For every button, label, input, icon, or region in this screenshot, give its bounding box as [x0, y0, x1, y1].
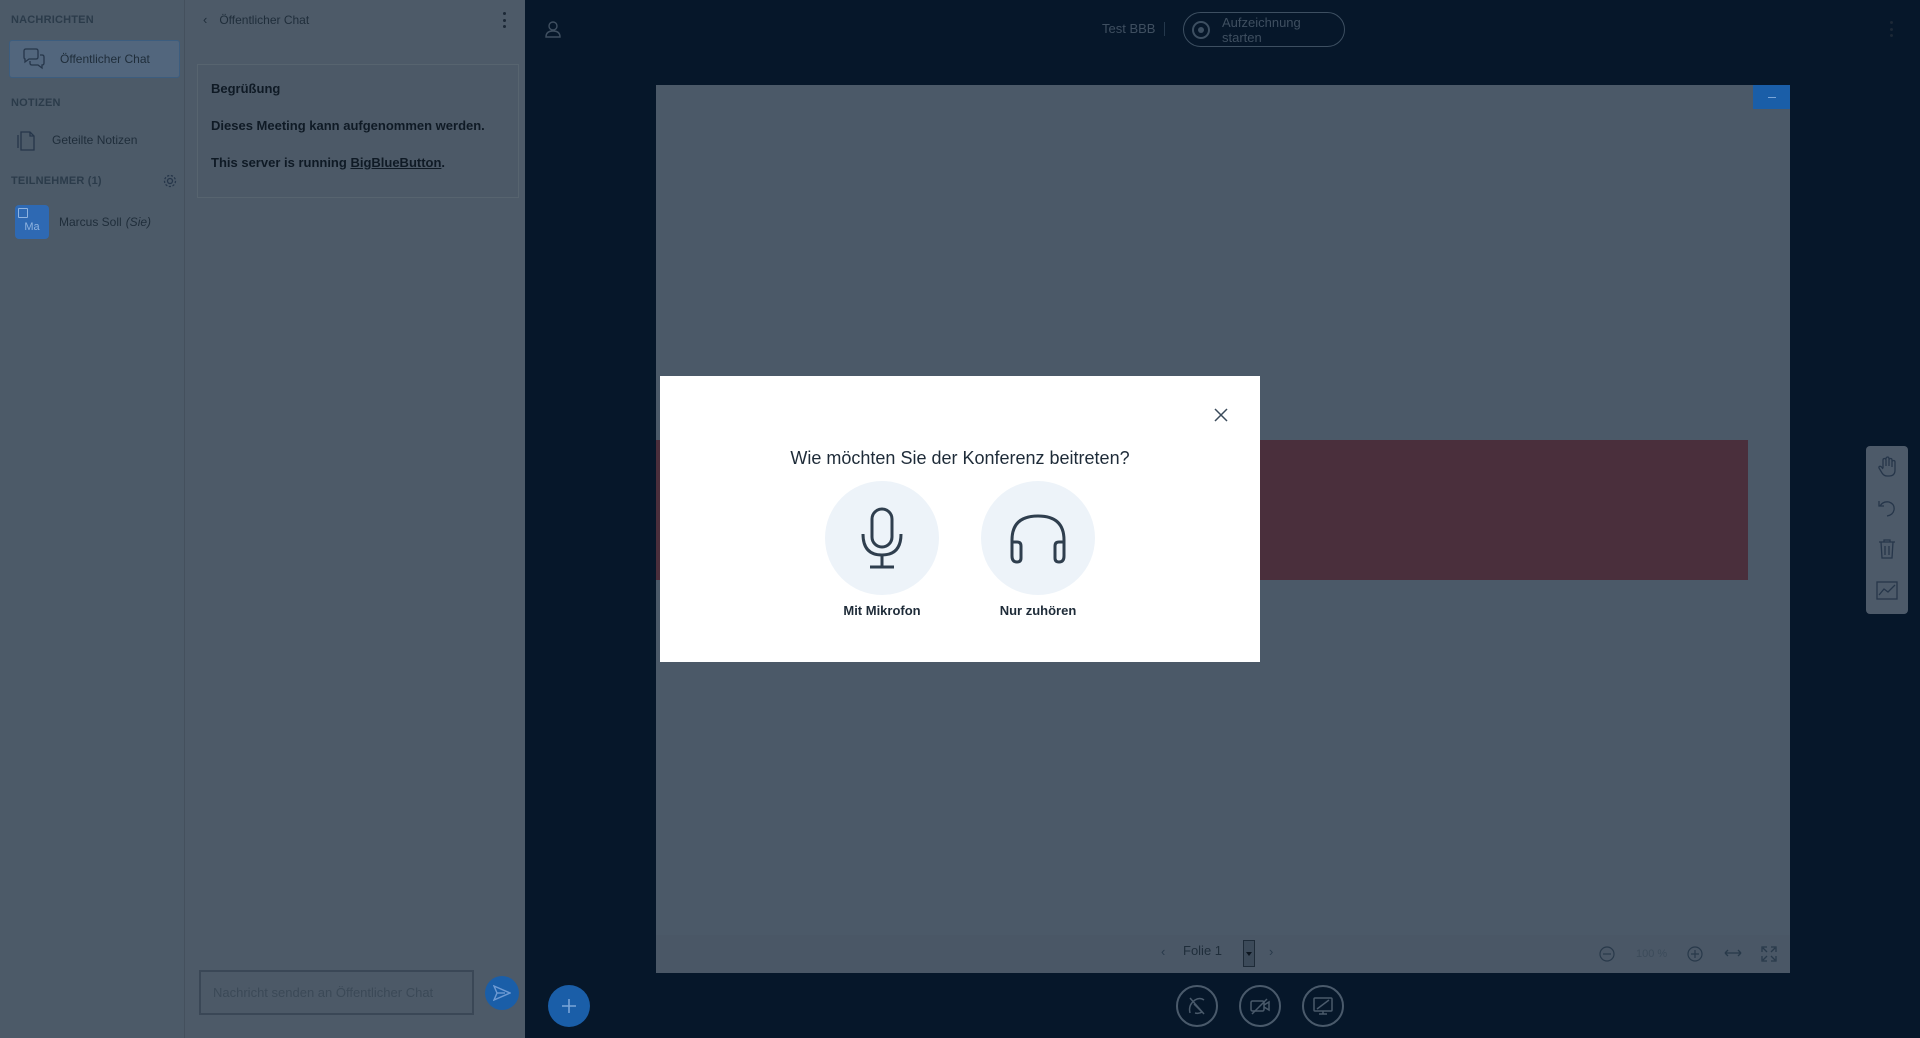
listen-only-option-label: Nur zuhören: [999, 603, 1077, 618]
shared-notes-label: Geteilte Notizen: [52, 133, 138, 147]
avatar: Ma: [15, 205, 49, 239]
chat-header-title: Öffentlicher Chat: [219, 12, 310, 27]
user-icon[interactable]: [544, 20, 562, 43]
join-audio-button[interactable]: [1176, 985, 1218, 1027]
chat-options-icon[interactable]: [502, 12, 506, 28]
chat-message-input[interactable]: Nachricht senden an Öffentlicher Chat: [199, 970, 474, 1015]
headphones-icon: [1010, 514, 1066, 564]
welcome-line-suffix: .: [441, 155, 446, 170]
share-webcam-button[interactable]: [1239, 985, 1281, 1027]
listen-only-button[interactable]: [981, 481, 1095, 595]
join-audio-modal: Wie möchten Sie der Konferenz beitreten?…: [660, 376, 1260, 662]
notes-icon: [14, 128, 38, 152]
close-icon[interactable]: [1211, 405, 1231, 425]
participants-section-title: TEILNEHMER (1): [11, 175, 102, 187]
chat-panel: ‹ Öffentlicher Chat Begrüßung Dieses Mee…: [184, 0, 525, 1038]
title-divider: [1164, 22, 1165, 36]
zoom-out-icon[interactable]: [1599, 946, 1615, 965]
plus-icon: [562, 999, 576, 1013]
whiteboard-toolbar: [1866, 446, 1908, 614]
participant-name: Marcus Soll: [59, 215, 122, 229]
previous-slide-icon[interactable]: ‹: [1161, 944, 1165, 959]
public-chat-item[interactable]: Öffentlicher Chat: [9, 40, 180, 78]
zoom-level: 100 %: [1636, 948, 1668, 960]
next-slide-icon[interactable]: ›: [1269, 944, 1273, 959]
trash-icon[interactable]: [1875, 537, 1899, 561]
microphone-option[interactable]: Mit Mikrofon: [824, 481, 940, 618]
microphone-button[interactable]: [825, 481, 939, 595]
microphone-icon: [861, 507, 903, 569]
shared-notes-item[interactable]: Geteilte Notizen: [14, 128, 137, 152]
fit-width-icon[interactable]: [1724, 947, 1742, 962]
bigbluebutton-link[interactable]: BigBlueButton: [350, 155, 441, 170]
participant-you-label: (Sie): [125, 215, 152, 229]
welcome-line-recording: Dieses Meeting kann aufgenommen werden.: [211, 118, 485, 133]
modal-title: Wie möchten Sie der Konferenz beitreten?: [790, 448, 1130, 468]
multi-user-whiteboard-icon[interactable]: [1875, 579, 1899, 603]
zoom-in-icon[interactable]: [1687, 946, 1703, 965]
notes-section-title: NOTIZEN: [11, 97, 61, 109]
slide-select-dropdown[interactable]: [1243, 940, 1255, 967]
welcome-line-prefix: This server is running: [211, 155, 351, 170]
listen-only-option[interactable]: Nur zuhören: [980, 481, 1096, 618]
record-icon: [1192, 20, 1210, 39]
video-off-icon: [1250, 998, 1270, 1015]
hand-tool-icon[interactable]: [1875, 455, 1899, 479]
slide-number: Folie 1: [1183, 943, 1223, 958]
minimize-presentation-button[interactable]: [1753, 85, 1790, 109]
public-chat-label: Öffentlicher Chat: [60, 52, 150, 66]
gear-icon[interactable]: [162, 173, 178, 189]
desktop-off-icon: [1313, 997, 1333, 1015]
welcome-message: Begrüßung Dieses Meeting kann aufgenomme…: [197, 64, 519, 198]
presentation-controls: [656, 935, 1790, 973]
actions-plus-button[interactable]: [548, 985, 590, 1027]
chat-bubbles-icon: [22, 47, 46, 71]
meeting-title: Test BBB: [1102, 21, 1156, 36]
audio-off-icon: [1188, 997, 1205, 1015]
chevron-left-icon: ‹: [203, 12, 208, 27]
participant-item[interactable]: Ma Marcus Soll (Sie): [15, 205, 151, 239]
chat-header[interactable]: ‹ Öffentlicher Chat: [203, 12, 309, 27]
fullscreen-icon[interactable]: [1761, 946, 1777, 965]
messages-section-title: NACHRICHTEN: [11, 14, 94, 26]
send-icon: [493, 985, 511, 1001]
welcome-line-server: This server is running BigBlueButton.: [211, 155, 505, 170]
welcome-title: Begrüßung: [211, 81, 281, 96]
options-menu-icon[interactable]: [1889, 21, 1893, 37]
undo-icon[interactable]: [1875, 496, 1899, 520]
record-button[interactable]: Aufzeichnung starten: [1183, 12, 1345, 47]
microphone-option-label: Mit Mikrofon: [843, 603, 921, 618]
share-screen-button[interactable]: [1302, 985, 1344, 1027]
record-label: Aufzeichnung starten: [1221, 14, 1301, 45]
userlist-panel: NACHRICHTEN Öffentlicher Chat NOTIZEN Ge…: [0, 0, 184, 1038]
send-button[interactable]: [485, 976, 519, 1010]
